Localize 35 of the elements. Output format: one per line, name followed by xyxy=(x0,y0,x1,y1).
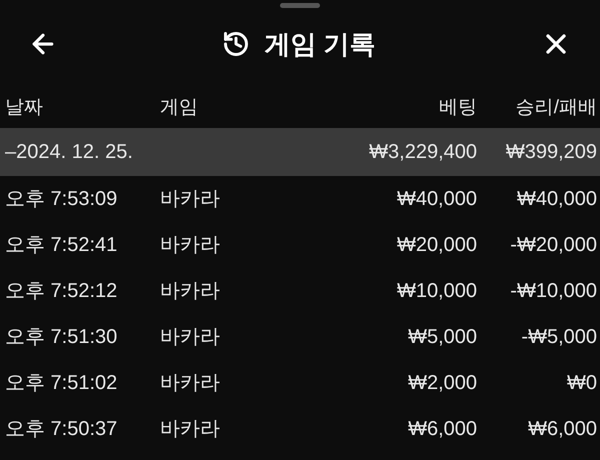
table-cell-text: 오후 7:52:12 xyxy=(5,279,118,304)
table-cell-text: -₩5,000 xyxy=(520,325,597,350)
table-cell-text: 바카라 xyxy=(160,325,221,350)
drag-handle[interactable] xyxy=(280,3,320,8)
table-cell-text: 오후 7:51:30 xyxy=(5,325,118,350)
column-header: 날짜 xyxy=(5,96,44,120)
table-cell-text: 오후 7:50:37 xyxy=(5,417,118,442)
table-cell-text: 오후 7:52:41 xyxy=(5,233,118,258)
group-result-total: ₩399,209 xyxy=(504,140,597,165)
table-cell-text: ₩40,000 xyxy=(516,187,597,212)
column-header: 승리/패배 xyxy=(514,96,597,120)
table-cell-text: 바카라 xyxy=(160,371,221,396)
group-date: –2024. 12. 25. xyxy=(5,140,134,165)
table-cell-text: -₩10,000 xyxy=(509,279,597,304)
column-header: 베팅 xyxy=(438,96,477,120)
table-cell-text: 오후 7:51:02 xyxy=(5,371,118,396)
table-cell-text: ₩20,000 xyxy=(396,233,477,258)
page-title: 게임 기록 xyxy=(264,28,376,60)
table-cell-text: ₩2,000 xyxy=(407,371,477,396)
group-bet-total: ₩3,229,400 xyxy=(368,140,477,165)
history-icon xyxy=(222,30,250,58)
table-cell-text: 바카라 xyxy=(160,233,221,258)
date-group-row[interactable]: –2024. 12. 25. ₩3,229,400 ₩399,209 xyxy=(0,128,600,176)
column-header: 게임 xyxy=(160,96,199,120)
table-cell-text: ₩40,000 xyxy=(396,187,477,212)
table-cell-text: 바카라 xyxy=(160,417,221,442)
table-cell-text: ₩10,000 xyxy=(396,279,477,304)
table-cell-text: ₩5,000 xyxy=(407,325,477,350)
table-cell-text: ₩6,000 xyxy=(527,417,597,442)
table-cell-text: 바카라 xyxy=(160,187,221,212)
table-cell-text: 바카라 xyxy=(160,279,221,304)
table-cell-text: -₩20,000 xyxy=(509,233,597,258)
table-cell-text: ₩6,000 xyxy=(407,417,477,442)
table-cell-text: ₩0 xyxy=(566,371,597,396)
table-cell-text: 오후 7:53:09 xyxy=(5,187,118,212)
